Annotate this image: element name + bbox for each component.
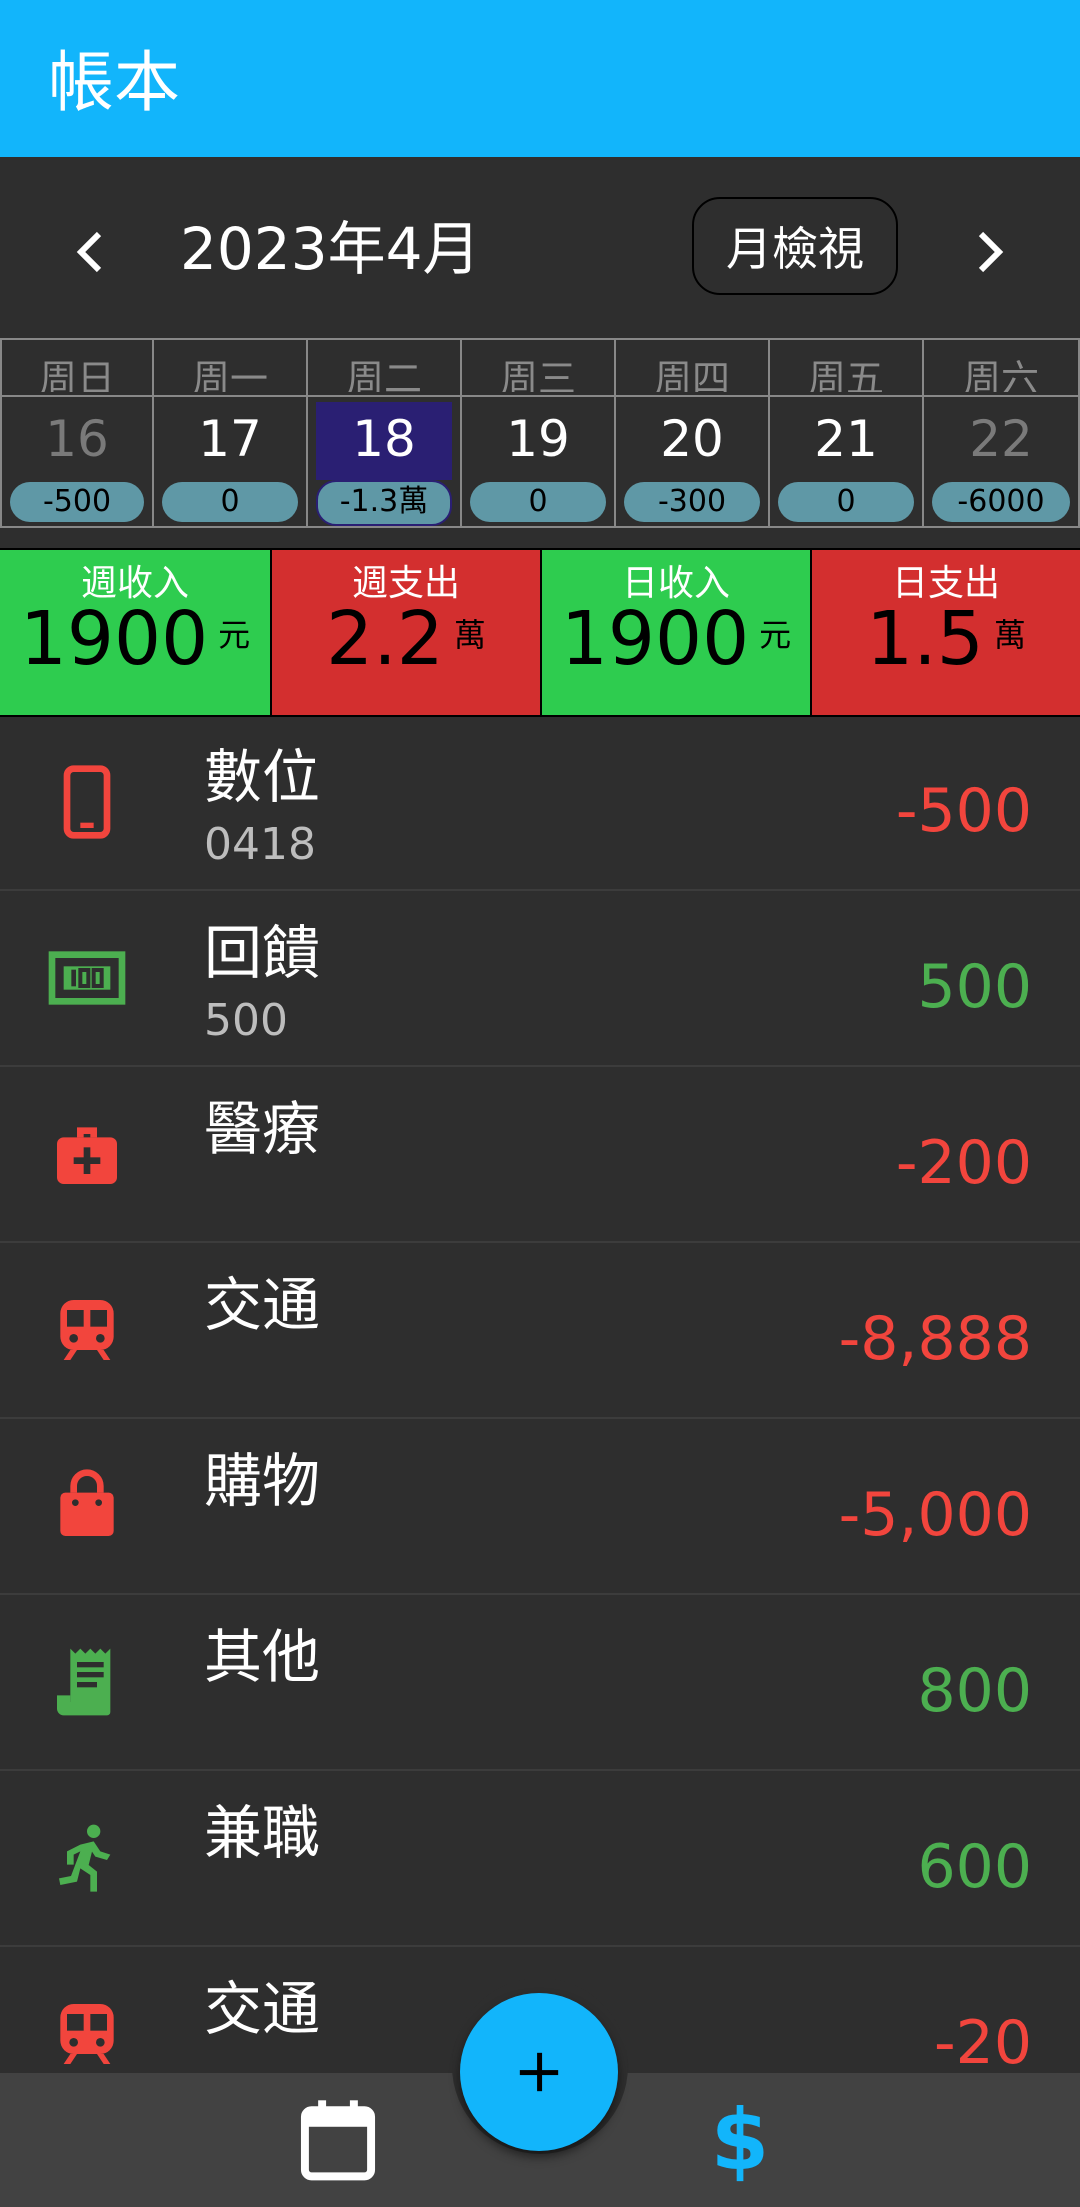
transaction-amount: -8,888: [838, 1304, 1032, 1374]
transaction-category: 數位: [204, 743, 321, 811]
day-number: 21: [814, 410, 878, 468]
month-view-button[interactable]: 月檢視: [692, 197, 898, 295]
cash-100-icon: [44, 935, 130, 1021]
transaction-row[interactable]: 醫療 -200: [0, 1067, 1080, 1243]
day-amount-chip: 0: [470, 482, 606, 522]
weekday-label: 周四: [653, 357, 730, 392]
day-cell[interactable]: 周日 16 -500: [0, 338, 154, 528]
divider: [616, 395, 768, 397]
day-amount-chip: -6000: [932, 482, 1070, 522]
transaction-category: 交通: [204, 1975, 321, 2043]
weekly-income-card: 週收入 1900 元: [0, 550, 270, 715]
weekday-label: 周六: [962, 357, 1039, 392]
summary-value: 1900 元: [19, 596, 251, 682]
transaction-category: 回饋: [204, 919, 321, 987]
prev-month-button[interactable]: [60, 217, 120, 287]
transaction-category: 醫療: [204, 1095, 321, 1163]
day-amount-chip: -1.3萬: [316, 480, 452, 526]
day-number: 18: [352, 410, 416, 468]
transaction-row[interactable]: 其他 800: [0, 1595, 1080, 1771]
transaction-note: 0418: [204, 819, 316, 870]
transaction-amount: -500: [895, 776, 1032, 846]
daily-income-card: 日收入 1900 元: [540, 550, 810, 715]
add-transaction-button[interactable]: [460, 1993, 618, 2151]
week-strip: 周日 16 -500 周一 17 0 周二 18 -1.3萬 周三 19 0 周…: [0, 338, 1080, 528]
transaction-category: 交通: [204, 1271, 321, 1339]
day-number: 20: [660, 410, 724, 468]
smartphone-icon: [44, 759, 130, 845]
transaction-category: 其他: [204, 1623, 321, 1691]
day-cell[interactable]: 周四 20 -300: [616, 338, 770, 528]
transaction-category: 購物: [204, 1447, 321, 1515]
transaction-amount: 800: [917, 1656, 1032, 1726]
transaction-row[interactable]: 購物 -5,000: [0, 1419, 1080, 1595]
day-cell[interactable]: 周五 21 0: [770, 338, 924, 528]
summary-bar: 週收入 1900 元 週支出 2.2 萬 日收入 1900 元 日支出 1.5 萬: [0, 548, 1080, 717]
weekday-label: 周日: [38, 357, 115, 392]
running-icon: [44, 1815, 130, 1901]
weekday-label: 周三: [499, 357, 576, 392]
app-bar: 帳本: [0, 0, 1080, 157]
shopping-bag-icon: [44, 1463, 130, 1549]
transaction-list: 數位 0418 -500 回饋 500 500 醫療 -200 交通 -8,88…: [0, 715, 1080, 2123]
day-cell[interactable]: 周一 17 0: [154, 338, 308, 528]
transaction-amount: -5,000: [838, 1480, 1032, 1550]
divider: [770, 395, 922, 397]
transaction-row[interactable]: 數位 0418 -500: [0, 715, 1080, 891]
day-number: 19: [506, 410, 570, 468]
weekday-label: 周一: [191, 357, 268, 392]
transaction-row[interactable]: 兼職 600: [0, 1771, 1080, 1947]
money-tab[interactable]: $: [700, 2090, 780, 2190]
summary-value: 1.5 萬: [866, 596, 1026, 682]
day-number: 16: [45, 410, 109, 468]
day-amount-chip: 0: [162, 482, 298, 522]
transaction-amount: 500: [917, 952, 1032, 1022]
train-icon: [44, 1991, 130, 2077]
medical-bag-icon: [44, 1111, 130, 1197]
calendar-tab[interactable]: [298, 2097, 378, 2183]
next-month-button[interactable]: [960, 217, 1020, 287]
divider: [154, 395, 306, 397]
transaction-amount: 600: [917, 1832, 1032, 1902]
divider: [308, 395, 460, 397]
transaction-row[interactable]: 回饋 500 500: [0, 891, 1080, 1067]
chevron-left-icon: [76, 231, 102, 273]
weekday-label: 周二: [345, 357, 422, 392]
month-navigation: 2023年4月 月檢視: [0, 157, 1080, 337]
weekly-expense-card: 週支出 2.2 萬: [270, 550, 540, 715]
transaction-note: 500: [204, 995, 288, 1046]
app-title: 帳本: [48, 44, 180, 121]
day-amount-chip: -500: [10, 482, 144, 522]
train-icon: [44, 1287, 130, 1373]
day-amount-chip: 0: [778, 482, 914, 522]
chevron-right-icon: [978, 231, 1004, 273]
day-cell[interactable]: 周三 19 0: [462, 338, 616, 528]
weekday-label: 周五: [807, 357, 884, 392]
day-number: 17: [198, 410, 262, 468]
plus-icon: [519, 2052, 559, 2092]
day-amount-chip: -300: [624, 482, 760, 522]
receipt-icon: [44, 1639, 130, 1725]
day-number: 22: [969, 410, 1033, 468]
divider: [2, 395, 152, 397]
day-cell-selected[interactable]: 周二 18 -1.3萬: [308, 338, 462, 528]
calendar-icon: [300, 2100, 376, 2181]
divider: [462, 395, 614, 397]
divider: [924, 395, 1078, 397]
transaction-amount: -20: [934, 2008, 1032, 2078]
transaction-row[interactable]: 交通 -8,888: [0, 1243, 1080, 1419]
daily-expense-card: 日支出 1.5 萬: [810, 550, 1080, 715]
summary-value: 2.2 萬: [326, 596, 486, 682]
day-cell[interactable]: 周六 22 -6000: [924, 338, 1080, 528]
transaction-amount: -200: [895, 1128, 1032, 1198]
transaction-category: 兼職: [204, 1799, 321, 1867]
summary-value: 1900 元: [560, 596, 792, 682]
month-label: 2023年4月: [180, 215, 481, 283]
